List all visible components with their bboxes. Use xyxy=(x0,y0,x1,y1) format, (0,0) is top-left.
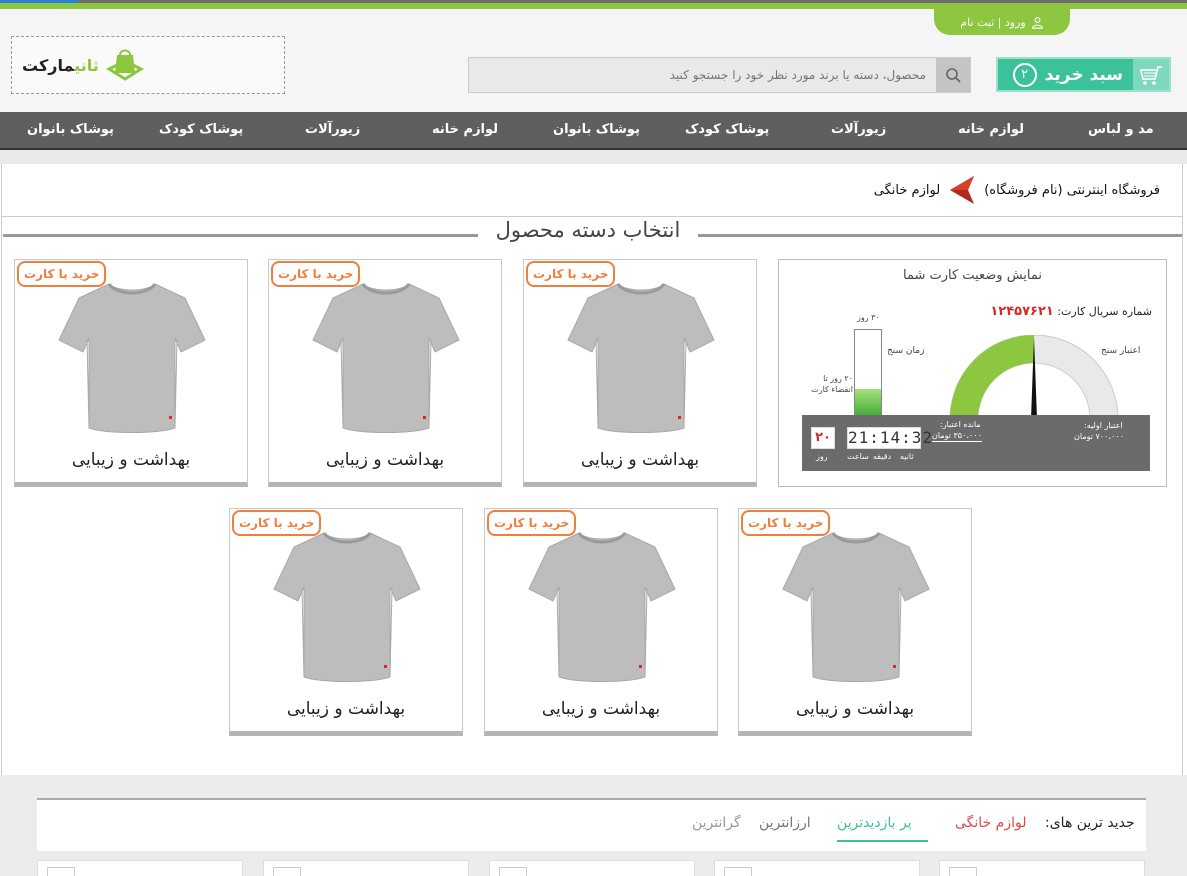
product-title: بهداشت و زیبایی xyxy=(325,450,445,470)
logo-text-part1: ثانی xyxy=(74,55,99,75)
tshirt-image xyxy=(566,278,716,436)
tab-most-expensive[interactable]: گرانترین xyxy=(692,815,741,831)
timer-unit-seconds: ثانیه xyxy=(900,452,914,461)
tabs-lead-label: جدید ترین های: xyxy=(1045,815,1135,831)
nav-item-jewelry[interactable]: زیورآلات xyxy=(831,112,886,148)
title-rule-left xyxy=(3,234,478,237)
tab-cheapest[interactable]: ارزانترین xyxy=(759,815,811,831)
serial-label: شماره سریال کارت: xyxy=(1057,305,1152,318)
nav-item-jewelry-2[interactable]: زیورآلات xyxy=(305,112,360,148)
search-bar xyxy=(468,57,971,93)
serial-value: ۱۲۴۵۷۶۲۱ xyxy=(990,304,1054,319)
logo-text-part2: مارکت xyxy=(22,55,75,75)
product-card[interactable]: خرید با کارت بهداشت و زیبایی xyxy=(738,508,972,736)
card-status-bar: ۲۰ روز 21:14:32 ثانیه دقیقه ساعت مانده ا… xyxy=(802,415,1150,471)
thumb-placeholder xyxy=(499,867,527,876)
product-title: بهداشت و زیبایی xyxy=(580,450,700,470)
login-register-label: ورود | ثبت نام xyxy=(960,15,1026,29)
expiry-label: ۲۰ روز تا انقضاء کارت xyxy=(811,374,853,394)
newest-tabs-bar: جدید ترین های: لوازم خانگی پر بازدیدترین… xyxy=(37,798,1146,851)
remaining-credit-label: مانده اعتبار: xyxy=(940,420,981,429)
user-icon xyxy=(1031,16,1043,29)
nav-item-kids-clothing[interactable]: پوشاک کودک xyxy=(685,112,769,148)
breadcrumb: فروشگاه اینترنتی (نام فروشگاه) لوازم خان… xyxy=(840,175,1160,205)
credit-meter-label: اعتبار سنج xyxy=(1101,346,1141,356)
section-title: انتخاب دسته محصول xyxy=(478,218,698,242)
credit-gauge-fill xyxy=(950,335,1034,419)
main-nav: مد و لباس لوازم خانه زیورآلات پوشاک کودک… xyxy=(0,112,1187,150)
tab-most-visited[interactable]: پر بازدیدترین xyxy=(837,815,912,831)
time-meter-tube xyxy=(854,329,882,419)
card-status-panel: نمایش وضعیت کارت شما شماره سریال کارت: ۱… xyxy=(778,259,1167,487)
thumb-placeholder xyxy=(47,867,75,876)
tshirt-image xyxy=(527,527,677,685)
tshirt-image xyxy=(57,278,207,436)
thumb-placeholder xyxy=(724,867,752,876)
product-thumb-card[interactable] xyxy=(714,860,920,876)
product-thumb-card[interactable] xyxy=(263,860,469,876)
time-meter-fill xyxy=(855,388,881,418)
serial-row: شماره سریال کارت: ۱۲۴۵۷۶۲۱ xyxy=(990,304,1152,319)
section-header: انتخاب دسته محصول xyxy=(0,218,1187,248)
nav-item-home-goods-2[interactable]: لوازم خانه xyxy=(432,112,498,148)
product-card[interactable]: خرید با کارت بهداشت و زیبایی xyxy=(268,259,502,487)
card-status-title: نمایش وضعیت کارت شما xyxy=(903,268,1042,283)
logo-text: ثانیمارکت xyxy=(22,56,99,75)
initial-credit-label: اعتبار اولیه: xyxy=(1084,421,1123,430)
nav-item-fashion[interactable]: مد و لباس xyxy=(1088,112,1154,148)
search-icon xyxy=(946,68,961,83)
breadcrumb-arrow-icon xyxy=(950,176,975,204)
countdown-timer: 21:14:32 xyxy=(847,427,934,449)
product-title: بهداشت و زیبایی xyxy=(71,450,191,470)
content-gap xyxy=(0,150,1187,164)
tab-home-goods[interactable]: لوازم خانگی xyxy=(955,815,1026,831)
breadcrumb-store[interactable]: فروشگاه اینترنتی (نام فروشگاه) xyxy=(984,183,1160,198)
top-grey-strip xyxy=(78,0,1187,3)
login-register-link[interactable]: ورود | ثبت نام xyxy=(934,9,1070,35)
search-button[interactable] xyxy=(936,58,970,92)
product-thumb-card[interactable] xyxy=(489,860,695,876)
cart-button[interactable]: سبد خرید ۲ xyxy=(996,57,1171,92)
active-tab-underline xyxy=(837,840,928,842)
max-days-label: ۳۰ روز xyxy=(857,313,880,322)
product-card[interactable]: خرید با کارت بهداشت و زیبایی xyxy=(229,508,463,736)
time-meter-label: زمان سنج xyxy=(887,346,925,356)
product-title: بهداشت و زیبایی xyxy=(286,699,406,719)
cart-label: سبد خرید xyxy=(1044,64,1123,85)
divider xyxy=(1,216,1183,217)
nav-item-home-goods[interactable]: لوازم خانه xyxy=(958,112,1024,148)
shopping-bag-icon xyxy=(105,49,144,81)
cart-count-badge: ۲ xyxy=(1012,62,1037,87)
product-thumb-card[interactable] xyxy=(37,860,243,876)
product-card[interactable]: خرید با کارت بهداشت و زیبایی xyxy=(14,259,248,487)
thumb-placeholder xyxy=(273,867,301,876)
nav-item-kids-clothing-2[interactable]: پوشاک کودک xyxy=(159,112,243,148)
product-card[interactable]: خرید با کارت بهداشت و زیبایی xyxy=(523,259,757,487)
timer-unit-minutes: دقیقه xyxy=(873,452,892,461)
tshirt-image xyxy=(781,527,931,685)
cart-icon-wrap xyxy=(1133,59,1169,90)
days-unit: روز xyxy=(816,452,828,461)
product-card[interactable]: خرید با کارت بهداشت و زیبایی xyxy=(484,508,718,736)
days-remaining: ۲۰ xyxy=(811,427,835,449)
nav-item-womens-clothing-2[interactable]: پوشاک بانوان xyxy=(27,112,114,148)
logo[interactable]: ثانیمارکت xyxy=(11,36,285,94)
breadcrumb-current: لوازم خانگی xyxy=(873,182,941,198)
top-blue-strip xyxy=(0,0,78,3)
title-rule-right xyxy=(698,234,1182,237)
timer-unit-hours: ساعت xyxy=(847,452,869,461)
tshirt-image xyxy=(272,527,422,685)
initial-credit-value: ۷۰۰،۰۰۰ تومان xyxy=(1074,432,1124,441)
nav-item-womens-clothing[interactable]: پوشاک بانوان xyxy=(553,112,640,148)
product-thumb-card[interactable] xyxy=(939,860,1145,876)
product-title: بهداشت و زیبایی xyxy=(541,699,661,719)
tshirt-image xyxy=(311,278,461,436)
cart-icon xyxy=(1140,65,1162,85)
remaining-credit-value: ۳۵۰،۰۰۰ تومان xyxy=(932,431,982,442)
search-input[interactable] xyxy=(469,58,936,92)
credit-gauge xyxy=(949,335,1119,423)
thumb-placeholder xyxy=(949,867,977,876)
product-title: بهداشت و زیبایی xyxy=(795,699,915,719)
